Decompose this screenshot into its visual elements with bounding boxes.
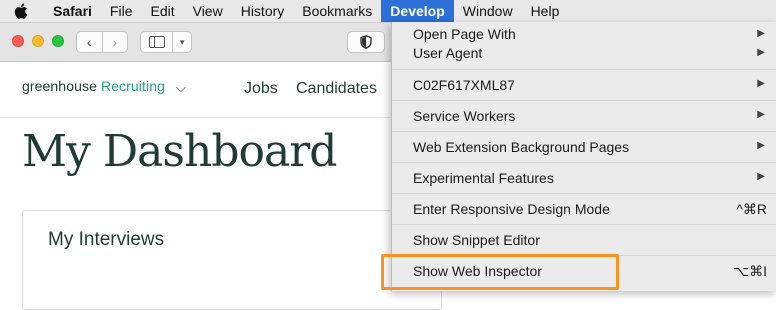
menu-item-label: Web Extension Background Pages	[413, 139, 630, 155]
menu-item-label: Service Workers	[413, 108, 516, 124]
back-button[interactable]: ‹	[77, 32, 102, 52]
menu-item-open-page-with[interactable]: Open Page With ▶ User Agent ▶	[392, 22, 776, 68]
minimize-window-button[interactable]	[32, 35, 44, 47]
keyboard-shortcut: ^⌘R	[736, 201, 767, 217]
sidebar-menu-button[interactable]: ▾	[172, 32, 191, 52]
logo-suffix: Recruiting	[100, 78, 165, 94]
page-title: My Dashboard	[22, 126, 337, 177]
menu-item-responsive-design-mode[interactable]: Enter Responsive Design Mode ^⌘R	[392, 194, 776, 225]
submenu-arrow-icon: ▶	[757, 140, 765, 151]
logo-prefix: greenhouse	[22, 78, 97, 94]
privacy-report-button[interactable]	[347, 31, 385, 53]
sidebar-control: ▾	[140, 31, 192, 53]
apple-logo-icon[interactable]	[14, 3, 30, 19]
develop-menu: Open Page With ▶ User Agent ▶ C02F617XML…	[391, 22, 776, 291]
menu-bar: Safari File Edit View History Bookmarks …	[0, 0, 776, 23]
menu-bookmarks[interactable]: Bookmarks	[293, 0, 381, 22]
menu-develop[interactable]: Develop	[381, 0, 454, 22]
submenu-arrow-icon: ▶	[757, 47, 765, 58]
submenu-arrow-icon: ▶	[757, 28, 765, 39]
menu-item-label: Show Snippet Editor	[413, 232, 540, 248]
menu-help[interactable]: Help	[522, 0, 569, 22]
greenhouse-logo[interactable]: greenhouse Recruiting	[22, 78, 165, 94]
history-navigation: ‹ ›	[76, 31, 128, 53]
keyboard-shortcut: ⌥⌘I	[732, 263, 767, 279]
menu-safari[interactable]: Safari	[44, 0, 101, 22]
menu-item-experimental-features[interactable]: Experimental Features ▶	[392, 163, 776, 194]
shield-icon	[360, 35, 372, 49]
sidebar-toggle-button[interactable]	[141, 32, 172, 52]
forward-button[interactable]: ›	[101, 32, 128, 52]
submenu-arrow-icon: ▶	[757, 171, 765, 182]
menu-item-device[interactable]: C02F617XML87 ▶	[392, 70, 776, 101]
close-window-button[interactable]	[12, 35, 24, 47]
submenu-arrow-icon: ▶	[757, 78, 765, 89]
menu-item-service-workers[interactable]: Service Workers ▶	[392, 101, 776, 132]
menu-item-label: Show Web Inspector	[413, 263, 542, 279]
nav-candidates[interactable]: Candidates	[296, 80, 377, 98]
menu-item-snippet-editor[interactable]: Show Snippet Editor	[392, 225, 776, 256]
menu-item-label: Enter Responsive Design Mode	[413, 201, 610, 217]
chevron-left-icon: ‹	[86, 34, 92, 50]
menu-file[interactable]: File	[101, 0, 142, 22]
zoom-window-button[interactable]	[52, 35, 64, 47]
menu-item-label: C02F617XML87	[413, 77, 515, 93]
menu-item-web-extension-pages[interactable]: Web Extension Background Pages ▶	[392, 132, 776, 163]
chevron-down-icon: ▾	[179, 36, 185, 47]
chevron-right-icon: ›	[112, 34, 118, 50]
nav-jobs[interactable]: Jobs	[244, 80, 278, 98]
menu-window[interactable]: Window	[454, 0, 522, 22]
submenu-arrow-icon: ▶	[757, 109, 765, 120]
menu-item-web-inspector[interactable]: Show Web Inspector ⌥⌘I	[392, 256, 776, 287]
menu-view[interactable]: View	[184, 0, 232, 22]
interviews-card: My Interviews	[22, 210, 442, 310]
sidebar-icon	[148, 36, 165, 48]
chevron-down-icon[interactable]: ⌵	[176, 80, 186, 96]
menu-history[interactable]: History	[232, 0, 294, 22]
menu-item-label: Experimental Features	[413, 170, 554, 186]
menu-item-user-agent-label: User Agent	[413, 45, 483, 61]
card-title: My Interviews	[48, 229, 165, 250]
menu-edit[interactable]: Edit	[141, 0, 183, 22]
menu-item-label: Open Page With	[413, 26, 516, 42]
